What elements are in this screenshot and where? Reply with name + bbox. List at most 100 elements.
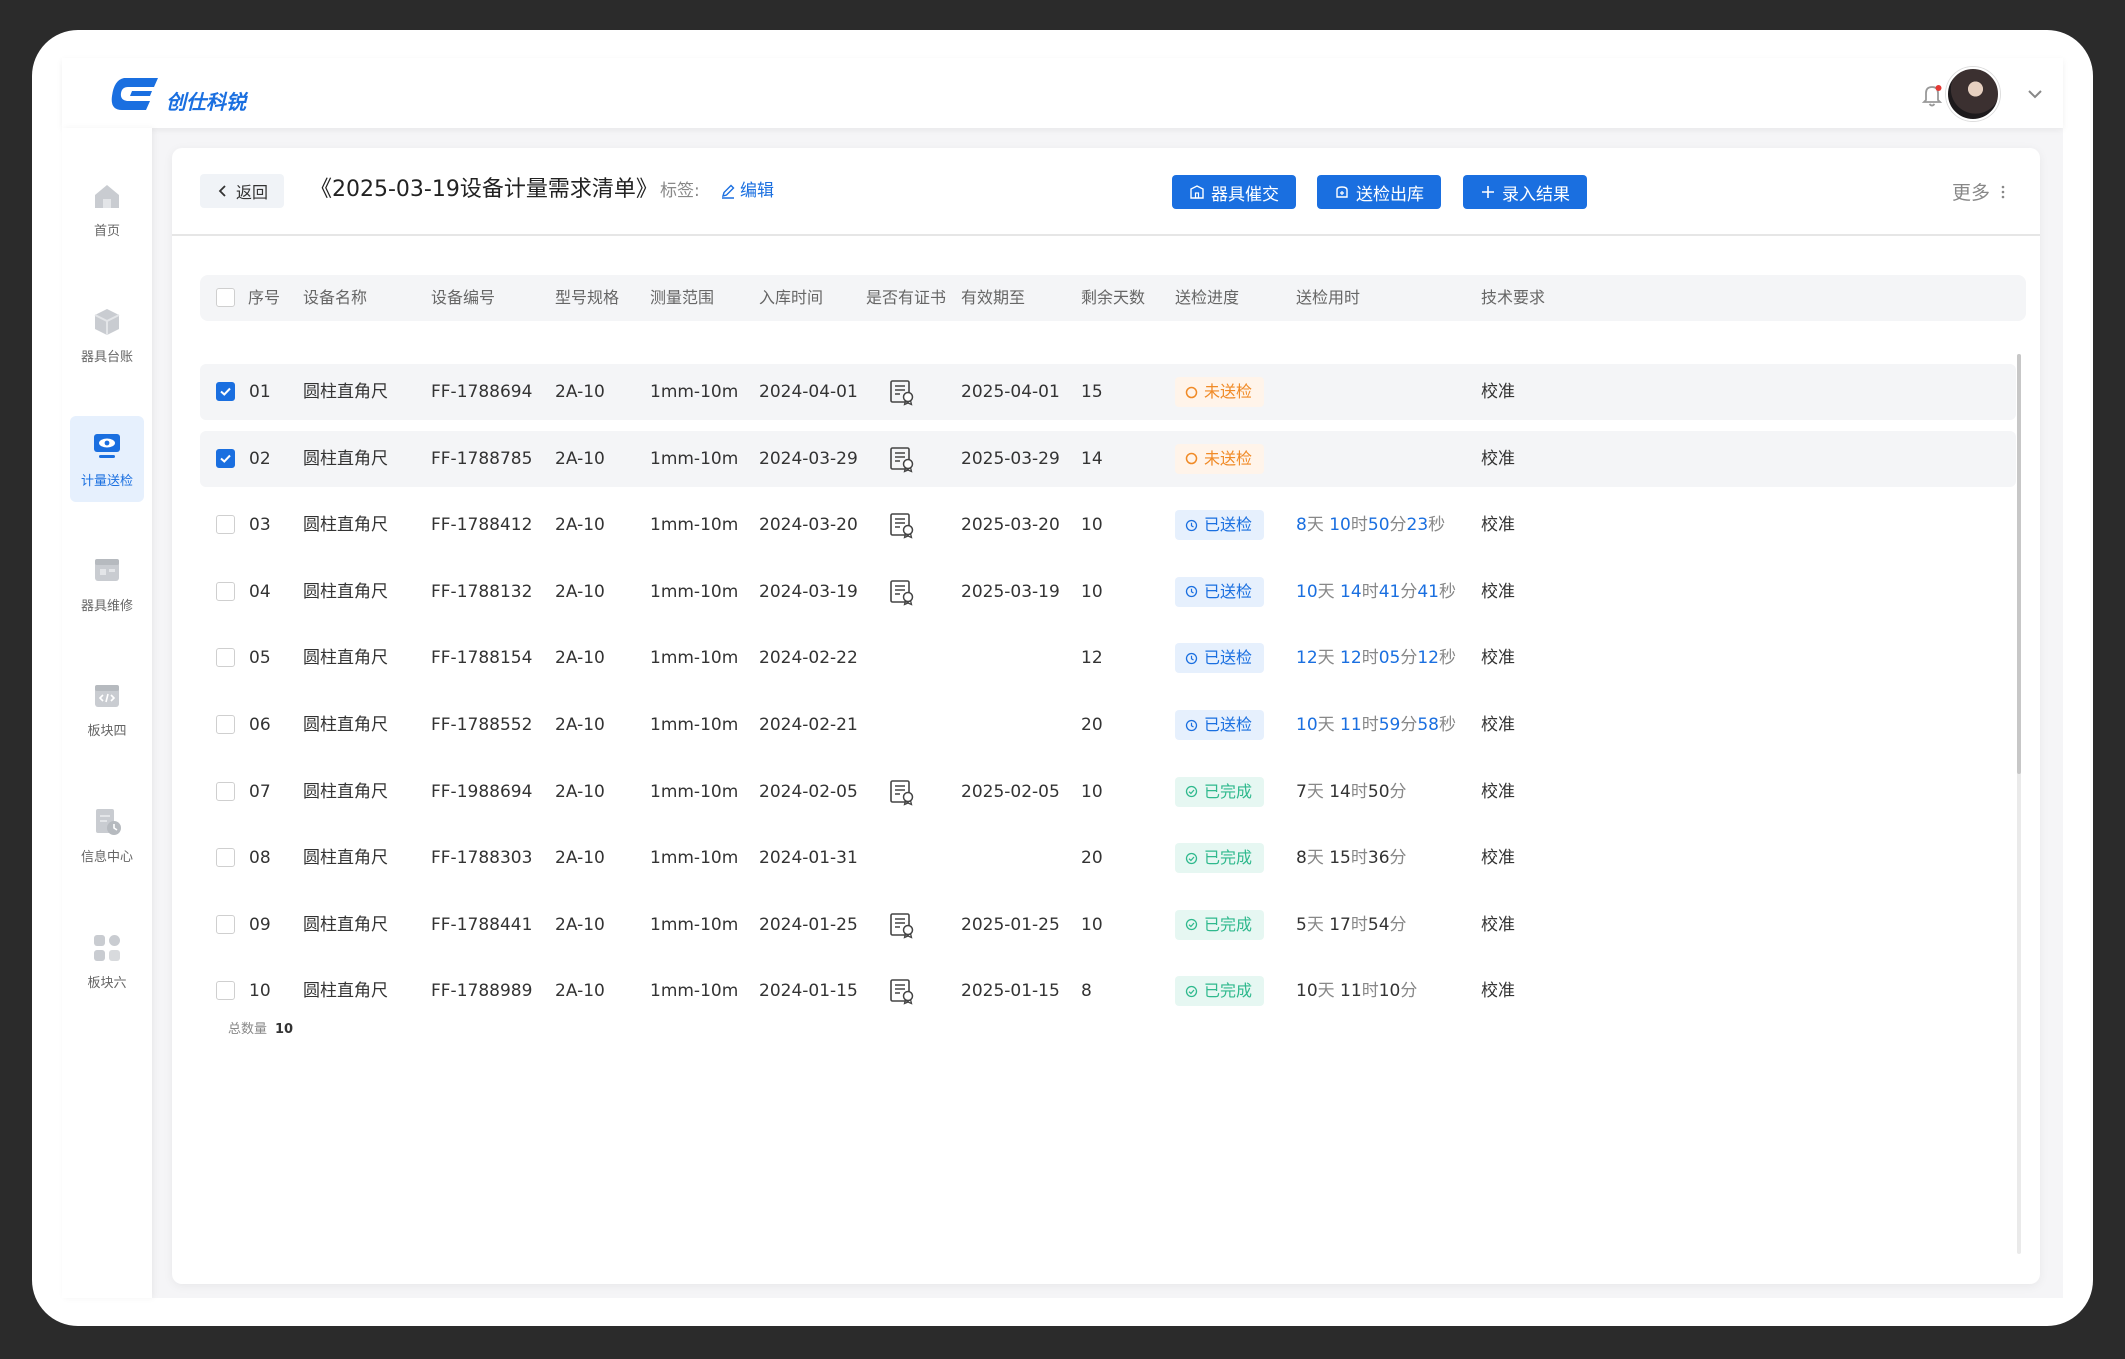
cell-no: 09 (249, 914, 271, 935)
sidebar-item-repair[interactable]: 器具维修 (70, 541, 144, 627)
status-badge: 已送检 (1175, 510, 1265, 541)
row-checkbox[interactable] (216, 515, 235, 535)
cell-valid-until: 2025-01-25 (961, 914, 1060, 935)
cell-name: 圆柱直角尺 (303, 581, 388, 602)
row-checkbox[interactable] (216, 848, 235, 868)
row-checkbox[interactable] (216, 781, 235, 801)
ship-out-icon (1336, 186, 1348, 198)
row-checkbox[interactable] (216, 448, 235, 468)
row-checkbox[interactable] (216, 981, 235, 1001)
row-checkbox[interactable] (216, 914, 235, 934)
cell-in-date: 2024-02-22 (759, 648, 858, 669)
back-button[interactable]: 返回 (200, 174, 284, 208)
row-checkbox[interactable] (216, 581, 235, 601)
select-all-checkbox[interactable] (216, 288, 235, 307)
table-row[interactable]: 10 圆柱直角尺 FF-1788989 2A-10 1mm-10m 2024-01-15 2… (200, 963, 2016, 1019)
cell-no: 05 (249, 648, 271, 669)
cell-no: 08 (249, 848, 271, 869)
cell-name: 圆柱直角尺 (303, 848, 388, 869)
monitor-eye-icon (94, 433, 120, 458)
cell-days-left: 10 (1081, 515, 1103, 536)
cell-name: 圆柱直角尺 (303, 515, 388, 536)
logo[interactable]: 创仕科锐 (110, 72, 246, 116)
plus-icon (1482, 186, 1494, 198)
circle-icon (1185, 452, 1198, 465)
cell-duration: 8天 10时50分23秒 (1296, 515, 1446, 536)
cell-days-left: 12 (1081, 648, 1103, 669)
sidebar-item-info-center[interactable]: 信息中心 (70, 792, 144, 878)
certificate-icon[interactable] (888, 911, 916, 939)
cell-model: 2A-10 (555, 914, 605, 935)
sidebar-item-home[interactable]: 首页 (70, 166, 144, 252)
cell-tech-req: 校准 (1481, 914, 1515, 935)
more-menu[interactable]: 更多 (1952, 178, 2006, 205)
check-circle-icon (1185, 985, 1198, 998)
cell-in-date: 2024-03-29 (759, 448, 858, 469)
cell-range: 1mm-10m (650, 848, 739, 869)
sidebar-item-module4[interactable]: 板块四 (70, 666, 144, 752)
urge-button[interactable]: 器具催交 (1172, 175, 1296, 209)
cell-code: FF-1788412 (431, 515, 533, 536)
cell-in-date: 2024-02-21 (759, 715, 858, 735)
certificate-icon[interactable] (888, 511, 916, 539)
certificate-icon[interactable] (888, 378, 916, 406)
repair-icon (95, 558, 119, 581)
cell-no: 10 (249, 981, 271, 1002)
cell-model: 2A-10 (555, 848, 605, 869)
table-row[interactable]: 09 圆柱直角尺 FF-1788441 2A-10 1mm-10m 2024-01-25 2… (200, 897, 2016, 953)
cell-range: 1mm-10m (650, 914, 739, 935)
tag-label: 标签: (660, 181, 700, 201)
cell-tech-req: 校准 (1481, 382, 1515, 402)
status-badge: 已完成 (1175, 976, 1265, 1007)
record-result-button[interactable]: 录入结果 (1463, 175, 1587, 209)
cell-in-date: 2024-04-01 (759, 382, 858, 402)
tag-edit-link[interactable]: 编辑 (720, 178, 774, 204)
table-row[interactable]: 03 圆柱直角尺 FF-1788412 2A-10 1mm-10m 2024-03-20 2… (200, 497, 2016, 553)
cell-no: 03 (249, 515, 271, 536)
cell-valid-until: 2025-02-05 (961, 781, 1060, 802)
cell-in-date: 2024-01-15 (759, 981, 858, 1002)
logo-text: 创仕科锐 (166, 89, 246, 114)
table-row[interactable]: 05 圆柱直角尺 FF-1788154 2A-10 1mm-10m 2024-02-22 1… (200, 630, 2016, 686)
card-toolbar: 返回 《2025-03-19设备计量需求清单》 标签: 编辑 器具催交 送检出库 (172, 148, 2040, 236)
cell-in-date: 2024-01-25 (759, 914, 858, 935)
cell-valid-until: 2025-03-20 (961, 515, 1060, 536)
cell-name: 圆柱直角尺 (303, 715, 388, 735)
bell-icon[interactable] (1917, 80, 1947, 110)
device-frame: 创仕科锐 首页 器具台账 计量送检 器具维修 板块四 信息中心 板块六 返回 《… (32, 30, 2093, 1326)
check-circle-icon (1185, 852, 1198, 864)
certificate-icon[interactable] (888, 445, 916, 473)
certificate-icon[interactable] (888, 977, 916, 1006)
cell-valid-until: 2025-03-29 (961, 448, 1060, 469)
table-row[interactable]: 01 圆柱直角尺 FF-1788694 2A-10 1mm-10m 2024-04-01 2… (200, 364, 2016, 420)
row-checkbox[interactable] (216, 648, 235, 668)
cell-range: 1mm-10m (650, 448, 739, 469)
avatar[interactable] (1946, 67, 2000, 121)
table-header: 序号 设备名称 设备编号 型号规格 测量范围 入库时间 是否有证书 有效期至 剩… (200, 275, 2026, 321)
row-checkbox[interactable] (216, 382, 235, 401)
cell-in-date: 2024-03-19 (759, 581, 858, 602)
cell-range: 1mm-10m (650, 648, 739, 669)
scrollbar-thumb[interactable] (2017, 354, 2021, 774)
table-row[interactable]: 04 圆柱直角尺 FF-1788132 2A-10 1mm-10m 2024-03-19 2… (200, 564, 2016, 620)
ship-out-button[interactable]: 送检出库 (1317, 175, 1441, 209)
sidebar-item-ledger[interactable]: 器具台账 (70, 292, 144, 378)
cell-duration: 10天 11时59分58秒 (1296, 715, 1456, 735)
box-icon (94, 308, 120, 335)
table-row[interactable]: 02 圆柱直角尺 FF-1788785 2A-10 1mm-10m 2024-03-29 2… (200, 430, 2016, 487)
edit-pen-icon (721, 184, 735, 199)
certificate-icon[interactable] (888, 578, 916, 606)
sidebar-item-inspection[interactable]: 计量送检 (70, 416, 144, 502)
chevron-down-icon[interactable] (2025, 84, 2045, 104)
row-checkbox[interactable] (216, 715, 235, 734)
table-row[interactable]: 08 圆柱直角尺 FF-1788303 2A-10 1mm-10m 2024-01-31 2… (200, 830, 2016, 886)
table-row[interactable]: 06 圆柱直角尺 FF-1788552 2A-10 1mm-10m 2024-02-21 2… (200, 697, 2016, 753)
status-badge: 已送检 (1175, 576, 1265, 607)
cell-in-date: 2024-03-20 (759, 515, 858, 536)
cell-model: 2A-10 (555, 715, 605, 735)
certificate-icon[interactable] (888, 778, 916, 806)
cell-name: 圆柱直角尺 (303, 648, 388, 669)
status-badge: 已完成 (1175, 843, 1265, 874)
sidebar-item-module6[interactable]: 板块六 (70, 918, 144, 1004)
table-row[interactable]: 07 圆柱直角尺 FF-1988694 2A-10 1mm-10m 2024-02-05 2… (200, 764, 2016, 820)
